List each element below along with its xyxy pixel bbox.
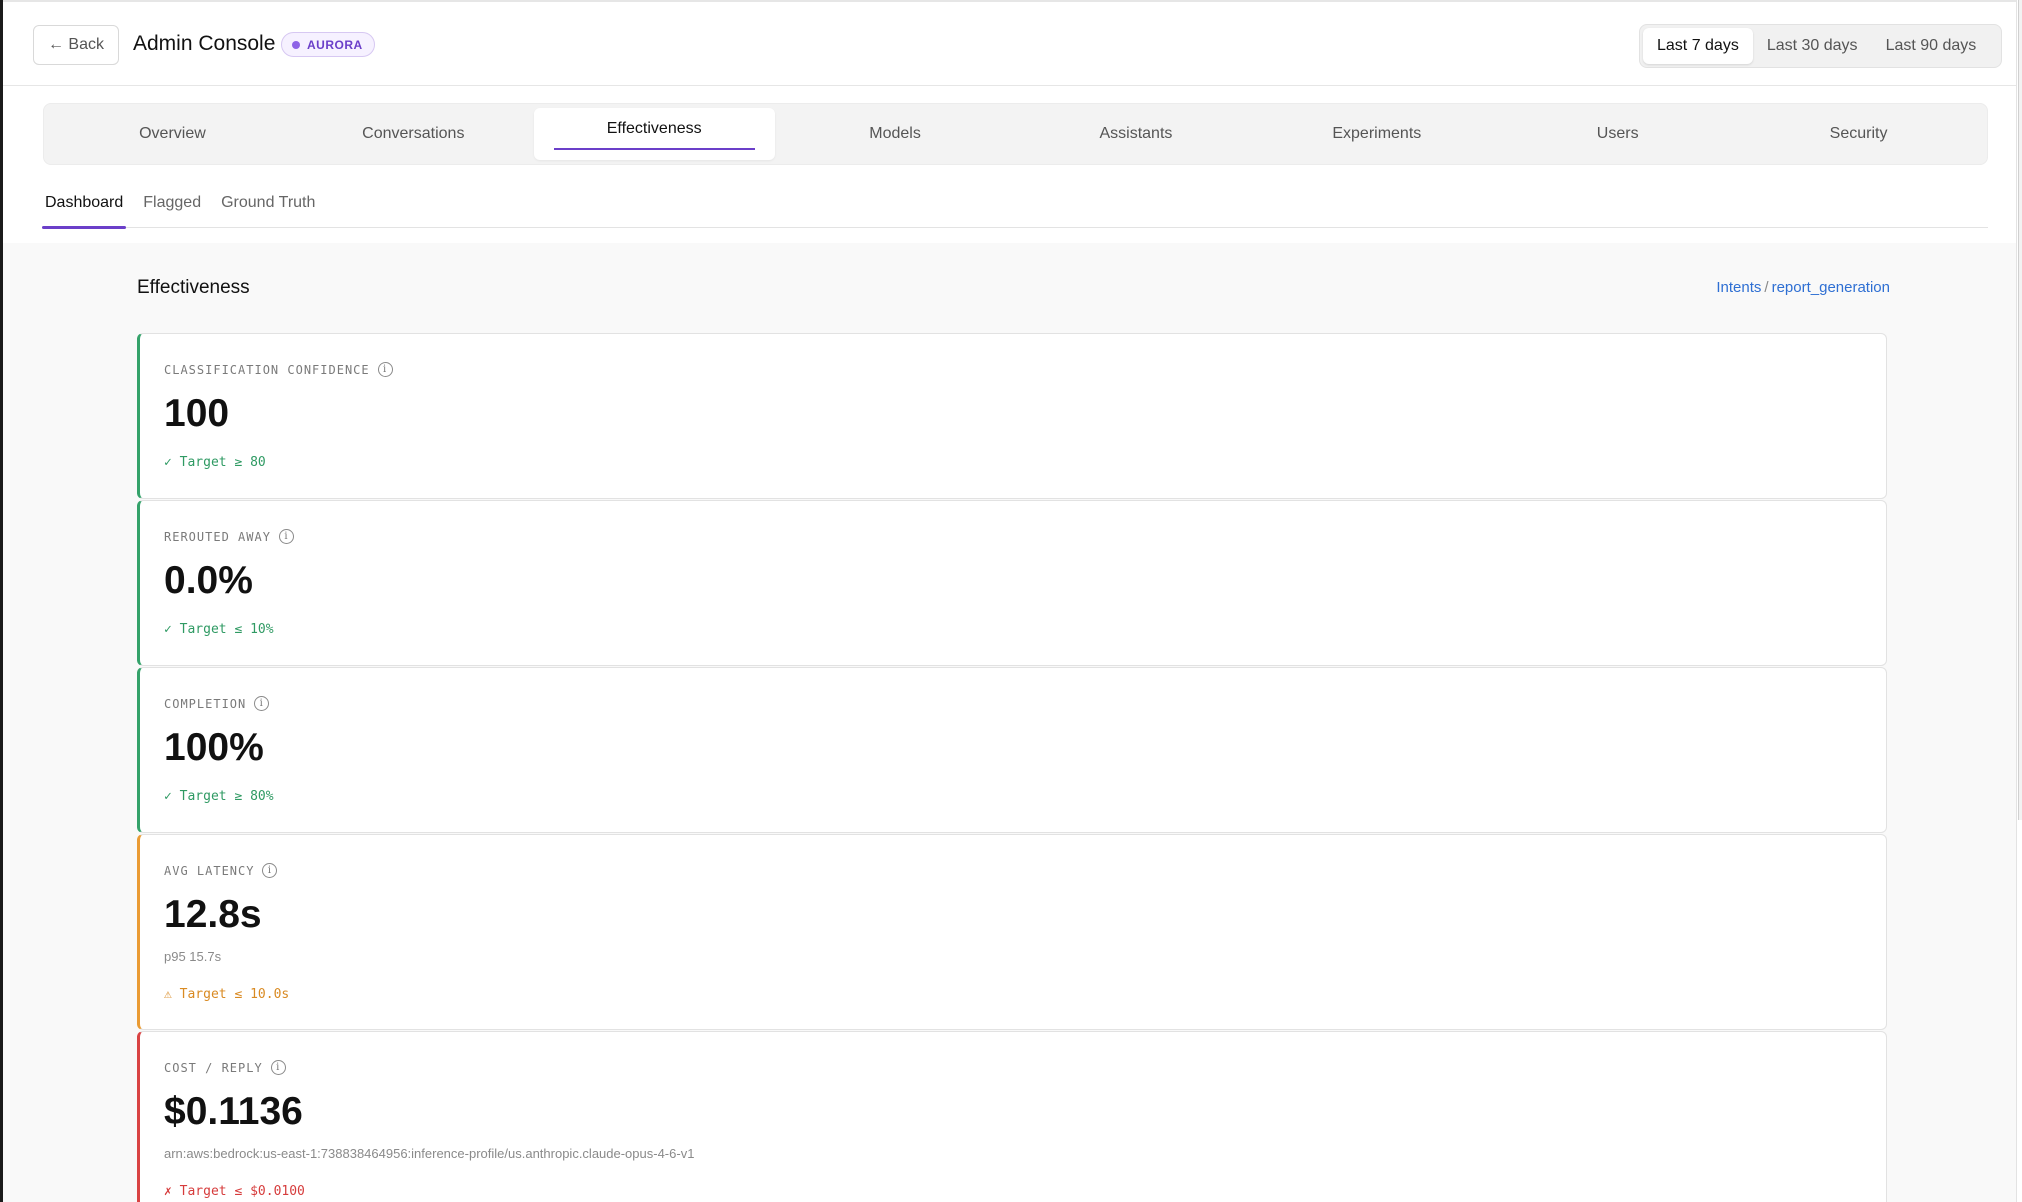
tab-security[interactable]: Security xyxy=(1738,108,1979,160)
environment-badge-label: AURORA xyxy=(307,37,363,52)
metric-label: COST / REPLY xyxy=(164,1060,263,1075)
sub-nav: Dashboard Flagged Ground Truth xyxy=(41,186,1988,229)
tab-experiments[interactable]: Experiments xyxy=(1256,108,1497,160)
metric-target-text: Target ≤ $0.0100 xyxy=(179,1184,305,1199)
range-last-30-days[interactable]: Last 30 days xyxy=(1753,28,1872,64)
page-title: Admin Console xyxy=(133,32,276,55)
info-icon[interactable]: i xyxy=(254,696,270,711)
metric-card-rerouted-away: REROUTED AWAY i 0.0% ✓ Target ≤ 10% xyxy=(137,500,1887,666)
check-icon: ✓ xyxy=(164,789,172,804)
metric-label-row: COST / REPLY i xyxy=(164,1060,286,1075)
status-dot-icon xyxy=(292,40,300,49)
info-icon[interactable]: i xyxy=(270,1060,286,1075)
subtab-flagged[interactable]: Flagged xyxy=(141,186,203,228)
metric-label: REROUTED AWAY xyxy=(164,529,271,544)
metric-label: AVG LATENCY xyxy=(164,863,255,878)
check-icon: ✓ xyxy=(164,622,172,637)
breadcrumb-intents-link[interactable]: Intents xyxy=(1716,279,1761,296)
metric-card-avg-latency: AVG LATENCY i 12.8s p95 15.7s ⚠ Target ≤… xyxy=(137,834,1887,1030)
metric-subtext: p95 15.7s xyxy=(164,949,222,964)
metric-value: 0.0% xyxy=(164,559,253,602)
breadcrumb-current[interactable]: report_generation xyxy=(1772,279,1890,296)
metric-label: COMPLETION xyxy=(164,696,247,711)
metric-target: ✓ Target ≤ 10% xyxy=(164,622,274,637)
subtab-dashboard[interactable]: Dashboard xyxy=(41,186,127,229)
metric-target: ✓ Target ≥ 80 xyxy=(164,455,266,470)
range-last-90-days[interactable]: Last 90 days xyxy=(1872,28,1991,64)
app-header: ← Back Admin Console AURORA Last 7 days … xyxy=(3,2,2016,86)
metric-card-classification-confidence: CLASSIFICATION CONFIDENCE i 100 ✓ Target… xyxy=(137,333,1887,499)
tab-label: Overview xyxy=(139,125,206,142)
main-nav: Overview Conversations Effectiveness Mod… xyxy=(43,103,1988,165)
info-icon[interactable]: i xyxy=(377,362,393,377)
metric-value: 100 xyxy=(164,392,230,435)
environment-badge: AURORA xyxy=(281,32,375,57)
metric-value: 12.8s xyxy=(164,893,262,936)
tab-label: Models xyxy=(869,125,921,142)
metric-target: ✓ Target ≥ 80% xyxy=(164,789,274,804)
tab-label: Assistants xyxy=(1099,125,1173,142)
tab-label: Effectiveness xyxy=(606,120,702,137)
tab-conversations[interactable]: Conversations xyxy=(293,108,534,160)
section-title: Effectiveness xyxy=(137,277,250,298)
metric-label-row: AVG LATENCY i xyxy=(164,863,278,878)
back-button[interactable]: ← Back xyxy=(33,25,119,65)
metric-label: CLASSIFICATION CONFIDENCE xyxy=(164,362,370,377)
info-icon[interactable]: i xyxy=(278,529,294,544)
tab-label: Security xyxy=(1829,125,1888,142)
info-icon[interactable]: i xyxy=(262,863,278,878)
metric-value: $0.1136 xyxy=(164,1090,303,1133)
metric-label-row: COMPLETION i xyxy=(164,696,270,711)
check-icon: ✓ xyxy=(164,455,172,470)
tab-effectiveness[interactable]: Effectiveness xyxy=(533,108,775,160)
metric-target-text: Target ≤ 10% xyxy=(179,622,274,637)
metric-value: 100% xyxy=(164,726,264,769)
metric-target: ✗ Target ≤ $0.0100 xyxy=(164,1184,305,1199)
metric-subtext: arn:aws:bedrock:us-east-1:738838464956:i… xyxy=(164,1146,695,1161)
tab-label: Conversations xyxy=(362,125,465,142)
breadcrumb: Intents / report_generation xyxy=(1716,279,1890,296)
tab-users[interactable]: Users xyxy=(1497,108,1738,160)
content-area: Effectiveness Intents / report_generatio… xyxy=(3,243,2016,1202)
subtab-ground-truth[interactable]: Ground Truth xyxy=(219,186,317,228)
breadcrumb-separator: / xyxy=(1764,279,1769,296)
date-range-selector: Last 7 days Last 30 days Last 90 days xyxy=(1639,24,2002,68)
metric-label-row: CLASSIFICATION CONFIDENCE i xyxy=(164,362,393,377)
metric-target: ⚠ Target ≤ 10.0s xyxy=(164,987,289,1002)
window-left-edge xyxy=(0,0,3,1202)
metric-target-text: Target ≤ 10.0s xyxy=(179,987,290,1002)
cross-icon: ✗ xyxy=(164,1184,172,1199)
warning-icon: ⚠ xyxy=(164,987,172,1002)
range-last-7-days[interactable]: Last 7 days xyxy=(1643,28,1753,64)
metric-card-completion: COMPLETION i 100% ✓ Target ≥ 80% xyxy=(137,667,1887,833)
tab-assistants[interactable]: Assistants xyxy=(1016,108,1257,160)
metric-label-row: REROUTED AWAY i xyxy=(164,529,294,544)
metric-target-text: Target ≥ 80% xyxy=(179,789,274,804)
metric-cards: CLASSIFICATION CONFIDENCE i 100 ✓ Target… xyxy=(137,333,1887,1202)
tab-label: Experiments xyxy=(1332,125,1422,142)
scrollbar-thumb[interactable] xyxy=(2018,0,2022,820)
tab-models[interactable]: Models xyxy=(775,108,1016,160)
tab-overview[interactable]: Overview xyxy=(52,108,293,160)
tab-label: Users xyxy=(1596,125,1639,142)
metric-target-text: Target ≥ 80 xyxy=(179,455,266,470)
metric-card-cost-per-reply: COST / REPLY i $0.1136 arn:aws:bedrock:u… xyxy=(137,1031,1887,1202)
